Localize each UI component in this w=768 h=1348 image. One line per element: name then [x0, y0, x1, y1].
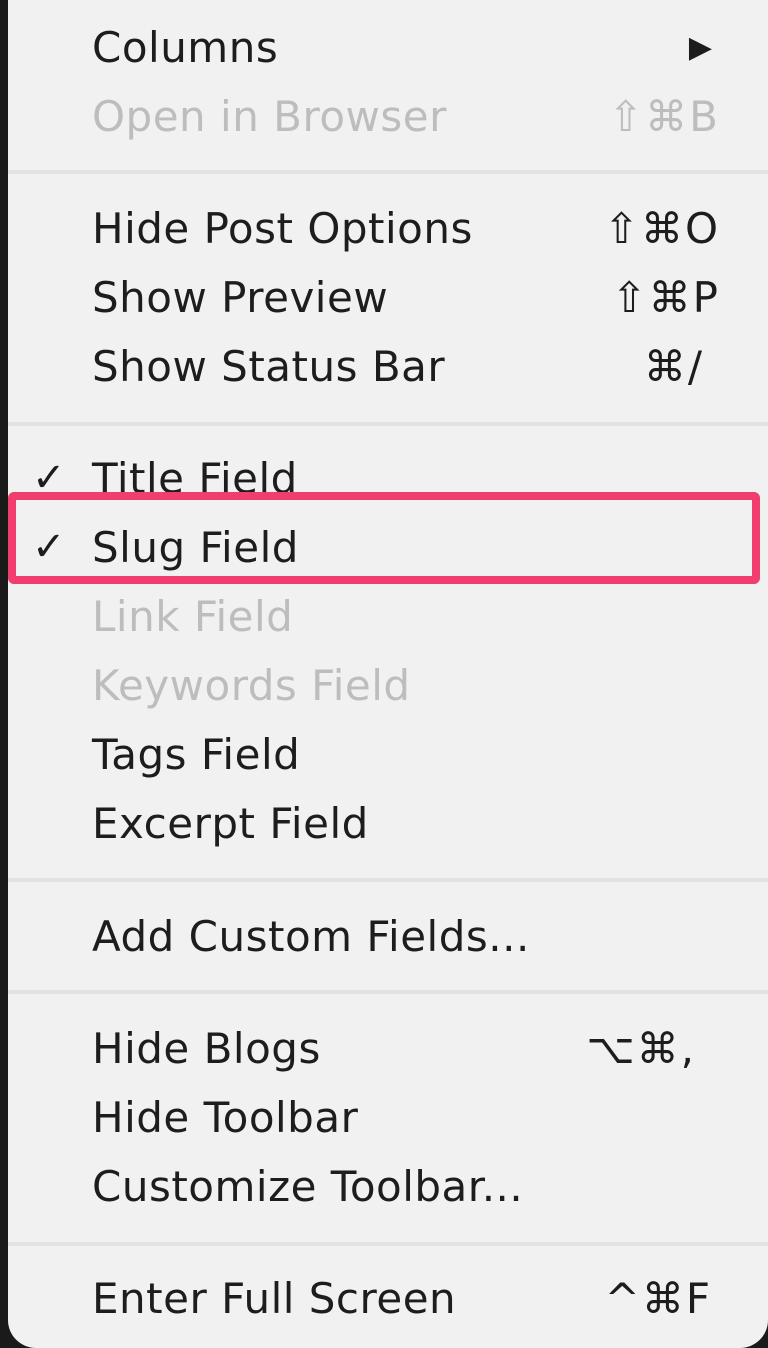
menu-item-label: Customize Toolbar... — [92, 1162, 524, 1211]
menu-item-label: Slug Field — [92, 523, 299, 572]
menu-item-label: Tags Field — [92, 730, 301, 779]
menu-item-label: Title Field — [92, 454, 298, 503]
menu-separator — [8, 422, 768, 426]
menu-item-link-field: Link Field — [8, 582, 768, 651]
menu-item-open-in-browser: Open in Browser ⇧⌘B — [8, 82, 768, 151]
menu-item-label: Add Custom Fields... — [92, 912, 530, 961]
menu-item-enter-full-screen[interactable]: Enter Full Screen ^⌘F — [8, 1264, 768, 1333]
menu-item-hide-blogs[interactable]: Hide Blogs ⌥⌘, — [8, 1014, 768, 1083]
menu-item-hide-toolbar[interactable]: Hide Toolbar — [8, 1083, 768, 1152]
menu-item-customize-toolbar[interactable]: Customize Toolbar... — [8, 1152, 768, 1221]
view-menu: Columns ▶ Open in Browser ⇧⌘B Hide Post … — [8, 0, 768, 1348]
menu-item-label: Excerpt Field — [92, 799, 369, 848]
checkmark-icon: ✓ — [32, 455, 66, 501]
menu-item-label: Keywords Field — [92, 661, 411, 710]
menu-separator — [8, 1242, 768, 1246]
menu-item-label: Open in Browser — [92, 92, 447, 141]
menu-item-label: Link Field — [92, 592, 294, 641]
menu-item-show-preview[interactable]: Show Preview ⇧⌘P — [8, 263, 768, 332]
menu-item-shortcut: ⇧⌘B — [607, 92, 720, 141]
menu-item-shortcut: ⌥⌘, — [586, 1024, 696, 1073]
menu-item-label: Hide Toolbar — [92, 1093, 359, 1142]
menu-item-shortcut: ⌘/ — [643, 342, 704, 391]
menu-item-shortcut: ⇧⌘O — [603, 204, 720, 253]
menu-item-shortcut: ^⌘F — [604, 1274, 712, 1323]
menu-item-excerpt-field[interactable]: Excerpt Field — [8, 789, 768, 858]
menu-item-label: Show Status Bar — [92, 342, 446, 391]
submenu-arrow-icon: ▶ — [688, 30, 712, 65]
menu-item-label: Columns — [92, 23, 279, 72]
menu-separator — [8, 170, 768, 174]
menu-item-slug-field[interactable]: ✓ Slug Field — [8, 513, 768, 582]
menu-item-label: Hide Blogs — [92, 1024, 321, 1073]
menu-item-label: Show Preview — [92, 273, 389, 322]
menu-item-tags-field[interactable]: Tags Field — [8, 720, 768, 789]
menu-item-columns[interactable]: Columns ▶ — [8, 13, 768, 82]
menu-item-title-field[interactable]: ✓ Title Field — [8, 444, 768, 513]
menu-item-hide-post-options[interactable]: Hide Post Options ⇧⌘O — [8, 194, 768, 263]
checkmark-icon: ✓ — [32, 524, 66, 570]
menu-item-label: Enter Full Screen — [92, 1274, 457, 1323]
menu-item-keywords-field: Keywords Field — [8, 651, 768, 720]
menu-item-label: Hide Post Options — [92, 204, 473, 253]
menu-separator — [8, 878, 768, 882]
menu-separator — [8, 990, 768, 994]
menu-item-show-status-bar[interactable]: Show Status Bar ⌘/ — [8, 332, 768, 401]
menu-item-add-custom-fields[interactable]: Add Custom Fields... — [8, 902, 768, 971]
menu-item-shortcut: ⇧⌘P — [611, 273, 720, 322]
